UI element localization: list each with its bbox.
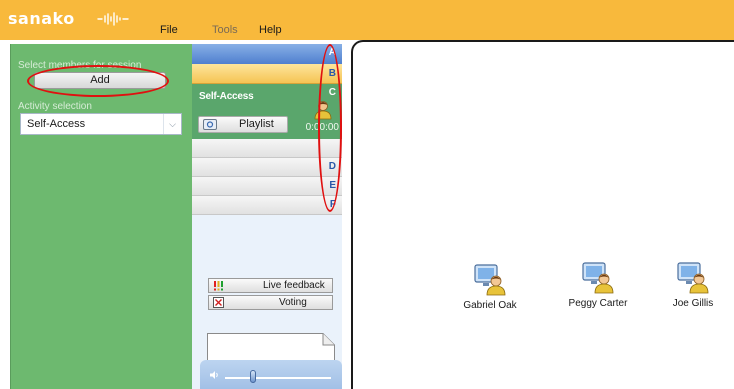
feedback-icon (214, 281, 223, 291)
channel-row-b[interactable]: B (192, 64, 342, 84)
session-panel (10, 44, 192, 389)
channel-letter-b: B (328, 68, 336, 79)
student-name: Joe Gillis (672, 298, 714, 309)
user-icon (314, 101, 332, 120)
channel-letter-e: E (329, 180, 336, 191)
channel-row-a[interactable]: A (192, 44, 342, 64)
channel-letter-d: D (328, 161, 336, 172)
menu-bar: sanako File Tools Help (0, 0, 734, 40)
voting-label: Voting (279, 297, 307, 308)
student-tile[interactable]: Gabriel Oak (444, 264, 536, 311)
channel-row-d[interactable]: D (192, 158, 342, 177)
channel-letter-c: C (328, 87, 336, 98)
volume-control (200, 360, 342, 389)
activity-select[interactable]: Self-Access ⌵ (20, 113, 182, 135)
volume-slider-handle[interactable] (250, 370, 256, 383)
menu-tools[interactable]: Tools (212, 24, 238, 36)
student-tile[interactable]: Peggy Carter (552, 262, 644, 309)
volume-track[interactable] (225, 377, 331, 379)
activity-select-value: Self-Access (27, 118, 86, 130)
channel-letter-a: A (328, 47, 336, 58)
speaker-icon (210, 371, 218, 379)
sound-wave-logo-icon (97, 12, 129, 26)
live-feedback-button[interactable]: Live feedback (208, 278, 333, 293)
live-feedback-label: Live feedback (263, 280, 325, 291)
channel-row-empty (192, 139, 342, 158)
student-name: Gabriel Oak (463, 300, 517, 311)
channel-row-c[interactable]: Self-Access C Playlist 0:00:00 (192, 84, 342, 139)
student-computer-icon (582, 262, 614, 294)
channel-activity-label: Self-Access (199, 91, 254, 102)
playlist-icon (203, 119, 217, 130)
add-members-button[interactable]: Add (34, 72, 166, 89)
menu-file[interactable]: File (160, 24, 178, 36)
sanako-logo: sanako (8, 9, 75, 28)
student-computer-icon (474, 264, 506, 296)
student-name: Peggy Carter (568, 298, 628, 309)
session-timer: 0:00:00 (305, 122, 339, 133)
channel-letter-f: F (329, 199, 336, 210)
voting-icon (213, 297, 224, 308)
menu-help[interactable]: Help (259, 24, 282, 36)
activity-selection-label: Activity selection (18, 101, 92, 112)
channel-row-f[interactable]: F (192, 196, 342, 215)
voting-button[interactable]: Voting (208, 295, 333, 310)
playlist-button-label: Playlist (239, 118, 274, 130)
playlist-button[interactable]: Playlist (198, 116, 288, 133)
channel-row-e[interactable]: E (192, 177, 342, 196)
chevron-down-icon[interactable]: ⌵ (163, 114, 181, 134)
student-tile[interactable]: Joe Gillis (652, 262, 734, 309)
select-members-label: Select members for session (18, 60, 142, 71)
classroom-workspace (351, 40, 734, 389)
student-computer-icon (677, 262, 709, 294)
